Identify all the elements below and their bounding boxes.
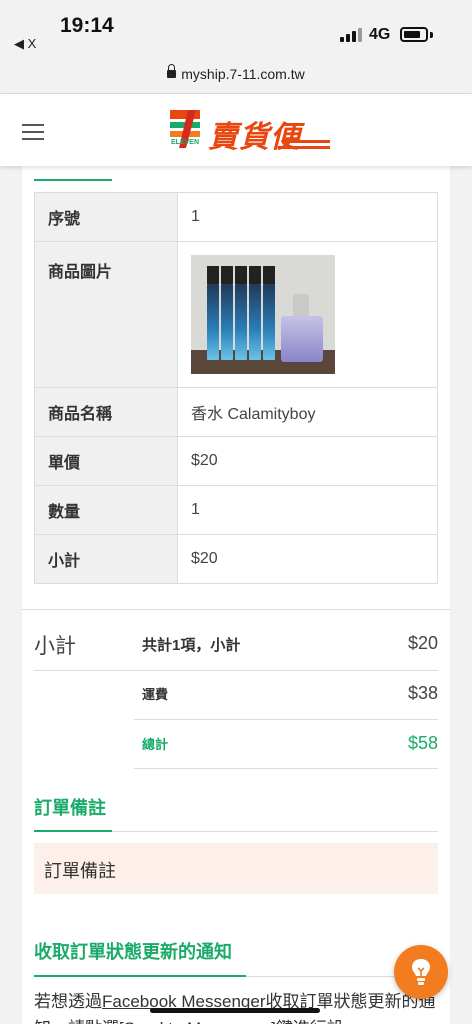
divider: [34, 670, 438, 671]
row-label: 商品名稱: [34, 387, 178, 437]
lock-icon: [167, 64, 177, 78]
home-indicator: [150, 1008, 320, 1013]
lightbulb-icon: [412, 959, 430, 985]
product-name: 香水 Calamityboy: [177, 387, 438, 437]
summary-items-value: $20: [407, 633, 438, 653]
notification-text: 若想透過Facebook Messenger收取訂單狀態更新的通知，請點選[Se…: [34, 988, 438, 1024]
table-row: 單價 $20: [34, 436, 438, 486]
seven-eleven-logo-icon: ELEVEN: [170, 110, 200, 148]
section-accent-line: [34, 975, 246, 977]
product-image-cell: [177, 241, 438, 388]
notification-text-before: 若想透過: [34, 992, 102, 1011]
quantity: 1: [177, 485, 438, 535]
product-detail-table: 序號 1 商品圖片 商品名稱 香水 Calamityboy 單價 $20 數量 …: [34, 192, 438, 584]
shipping-value: $38: [407, 683, 438, 703]
url-display[interactable]: myship.7-11.com.tw: [167, 64, 305, 82]
battery-tip: [430, 32, 433, 38]
product-image[interactable]: [191, 255, 335, 374]
section-accent-line: [34, 179, 112, 181]
table-row: 小計 $20: [34, 534, 438, 584]
row-label: 單價: [34, 436, 178, 486]
total-value: $58: [407, 733, 438, 753]
table-row: 數量 1: [34, 485, 438, 535]
order-note-field[interactable]: 訂單備註: [34, 843, 438, 894]
row-label: 小計: [34, 534, 178, 584]
divider: [134, 719, 438, 720]
logo-brand-text: ELEVEN: [171, 139, 199, 146]
logo-stripe: [278, 146, 330, 149]
back-to-app-button[interactable]: ◀ X: [14, 36, 36, 52]
site-logo[interactable]: ELEVEN 賣貨便: [170, 110, 335, 155]
url-text: myship.7-11.com.tw: [181, 66, 305, 82]
status-time: 19:14: [60, 14, 114, 37]
summary-title: 小計: [34, 635, 76, 658]
divider: [134, 768, 438, 769]
row-subtotal: $20: [177, 534, 438, 584]
summary-items-label: 共計1項，小計: [142, 637, 241, 654]
row-label: 數量: [34, 485, 178, 535]
row-label: 序號: [34, 192, 178, 242]
logo-stripe: [282, 140, 330, 143]
unit-price: $20: [177, 436, 438, 486]
main-content: 序號 1 商品圖片 商品名稱 香水 Calamityboy 單價 $20 數量 …: [22, 166, 450, 1024]
table-row: 序號 1: [34, 192, 438, 242]
row-value: 1: [177, 192, 438, 242]
signal-icon: [340, 28, 362, 42]
battery-icon: [400, 27, 428, 42]
row-label: 商品圖片: [34, 241, 178, 388]
section-accent-line: [34, 830, 112, 832]
total-label: 總計: [142, 737, 169, 752]
site-header: ELEVEN 賣貨便: [0, 94, 472, 166]
network-type: 4G: [369, 26, 391, 43]
table-row: 商品圖片: [34, 241, 438, 388]
notification-title: 收取訂單狀態更新的通知: [34, 942, 232, 962]
help-floating-button[interactable]: [394, 945, 448, 999]
logo-text: 賣貨便: [208, 120, 301, 155]
shipping-label: 運費: [142, 687, 169, 702]
menu-icon[interactable]: [22, 124, 44, 140]
order-note-title: 訂單備註: [34, 798, 106, 818]
status-bar: 19:14 ◀ X 4G: [0, 0, 472, 58]
divider: [22, 609, 450, 610]
table-row: 商品名稱 香水 Calamityboy: [34, 387, 438, 437]
address-bar[interactable]: myship.7-11.com.tw: [0, 58, 472, 94]
